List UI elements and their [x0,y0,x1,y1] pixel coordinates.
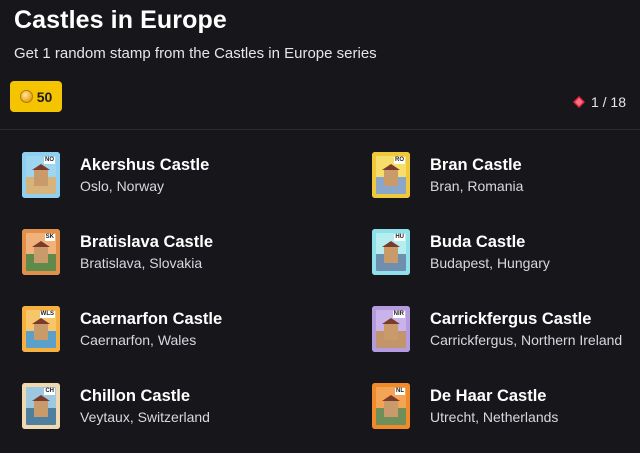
stamp-code: NO [44,157,55,164]
stamp-image: NIR [372,306,410,352]
buy-button[interactable]: 50 [10,81,62,112]
stamp-location: Carrickfergus, Northern Ireland [430,332,623,348]
stamp-image: NL [372,383,410,429]
coin-icon [19,90,33,103]
counter-label: 1 / 18 [590,94,626,110]
stamp-location: Utrecht, Netherlands [430,409,559,425]
stamp-image: NO [22,152,60,198]
stamp-name: Akershus Castle [80,156,210,174]
stamp-image: HU [372,229,410,275]
stamp-location: Bran, Romania [430,178,524,194]
page-subtitle: Get 1 random stamp from the Castles in E… [14,45,377,62]
stamp-name: Carrickfergus Castle [430,310,592,328]
stamp-code: HU [394,234,405,241]
gem-icon [572,96,585,108]
stamp-code: SK [44,234,55,241]
stamp-item[interactable]: NIR Carrickfergus Castle Carrickfergus, … [372,306,640,376]
stamp-name: Chillon Castle [80,387,191,405]
page-header: Castles in Europe Get 1 random stamp fro… [0,0,640,130]
stamp-location: Budapest, Hungary [430,255,550,271]
stamp-item[interactable]: CH Chillon Castle Veytaux, Switzerland [22,383,322,453]
stamp-item[interactable]: NL De Haar Castle Utrecht, Netherlands [372,383,640,453]
header-divider [0,129,640,130]
stamp-code: CH [44,388,55,395]
stamp-name: Bran Castle [430,156,522,174]
stamp-location: Bratislava, Slovakia [80,255,203,271]
stamp-item[interactable]: NO Akershus Castle Oslo, Norway [22,152,322,222]
collection-counter: 1 / 18 [572,94,626,110]
stamp-location: Oslo, Norway [80,178,165,194]
stamp-name: De Haar Castle [430,387,547,405]
stamp-name: Caernarfon Castle [80,310,223,328]
stamp-name: Buda Castle [430,233,526,251]
page-title: Castles in Europe [14,6,227,34]
stamp-image: CH [22,383,60,429]
stamp-image: WLS [22,306,60,352]
stamp-code: WLS [39,311,55,318]
stamp-location: Caernarfon, Wales [80,332,197,348]
stamp-location: Veytaux, Switzerland [80,409,210,425]
stamp-item[interactable]: WLS Caernarfon Castle Caernarfon, Wales [22,306,322,376]
stamp-code: NL [395,388,405,395]
stamp-name: Bratislava Castle [80,233,213,251]
stamp-code: RO [394,157,405,164]
stamp-item[interactable]: RO Bran Castle Bran, Romania [372,152,640,222]
stamp-image: RO [372,152,410,198]
stamp-item[interactable]: SK Bratislava Castle Bratislava, Slovaki… [22,229,322,299]
price-label: 50 [36,88,53,105]
stamp-code: NIR [392,311,405,318]
stamp-item[interactable]: HU Buda Castle Budapest, Hungary [372,229,640,299]
stamp-image: SK [22,229,60,275]
